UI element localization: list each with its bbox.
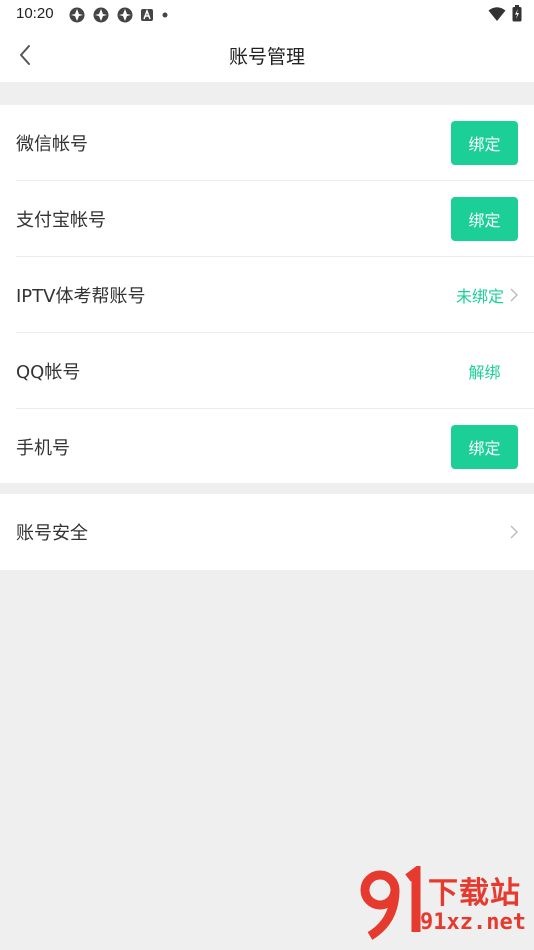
list-item-qq: QQ帐号 解绑 bbox=[0, 333, 534, 409]
row-label: 账号安全 bbox=[16, 523, 88, 544]
watermark-url: 91xz.net bbox=[420, 910, 526, 935]
wifi-icon bbox=[488, 6, 506, 21]
iptv-status-link[interactable]: 未绑定 bbox=[456, 283, 518, 307]
notification-icons bbox=[68, 6, 170, 24]
status-bar: 10:20 bbox=[0, 0, 534, 28]
chevron-right-icon bbox=[510, 525, 518, 539]
bind-phone-button[interactable]: 绑定 bbox=[451, 425, 518, 469]
row-label: 支付宝帐号 bbox=[16, 210, 106, 231]
row-label: 微信帐号 bbox=[16, 134, 88, 155]
bind-wechat-button[interactable]: 绑定 bbox=[451, 121, 518, 165]
row-label: IPTV体考帮账号 bbox=[16, 286, 146, 307]
a-badge-icon bbox=[141, 8, 153, 21]
bind-alipay-button[interactable]: 绑定 bbox=[451, 197, 518, 241]
status-time: 10:20 bbox=[16, 5, 54, 22]
watermark-brand: 下载站 bbox=[428, 876, 521, 911]
app-notification-icon bbox=[93, 7, 109, 23]
app-notification-icon bbox=[117, 7, 133, 23]
chevron-right-icon bbox=[510, 288, 518, 302]
list-item-account-security[interactable]: 账号安全 bbox=[0, 494, 534, 570]
system-icons bbox=[488, 5, 522, 22]
unbind-qq-button[interactable]: 解绑 bbox=[451, 359, 518, 383]
dot-icon bbox=[162, 12, 168, 18]
watermark-91-icon bbox=[360, 866, 421, 940]
watermark-logo: 下载站 91xz.net bbox=[358, 866, 530, 946]
row-label: 手机号 bbox=[16, 438, 70, 459]
list-item-iptv[interactable]: IPTV体考帮账号 未绑定 bbox=[0, 257, 534, 333]
list-item-wechat: 微信帐号 绑定 bbox=[0, 105, 534, 181]
app-notification-icon bbox=[69, 7, 85, 23]
unbound-status-text: 未绑定 bbox=[455, 287, 504, 306]
battery-icon bbox=[512, 5, 522, 22]
security-section: 账号安全 bbox=[0, 494, 534, 570]
account-binding-list: 微信帐号 绑定 支付宝帐号 绑定 IPTV体考帮账号 未绑定 QQ帐号 解绑 手… bbox=[0, 105, 534, 483]
row-label: QQ帐号 bbox=[16, 362, 81, 383]
list-item-phone: 手机号 绑定 bbox=[0, 409, 534, 485]
list-item-alipay: 支付宝帐号 绑定 bbox=[0, 181, 534, 257]
app-header: 账号管理 bbox=[0, 28, 534, 82]
page-title: 账号管理 bbox=[228, 46, 305, 68]
